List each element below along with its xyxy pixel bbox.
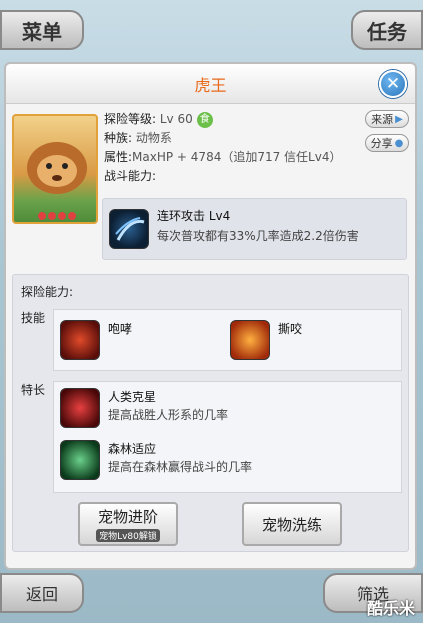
skill-name-bite: 撕咬 [278,322,303,336]
combat-skill-box: 连环攻击 Lv4 每次普攻都有33%几率造成2.2倍伤害 [102,198,407,260]
special-name-human-bane: 人类克星 [108,390,157,404]
back-button[interactable]: 返回 [0,573,84,613]
skill-name-roar: 咆哮 [108,322,133,336]
explore-section: 探险能力: 技能 咆哮 撕咬 特长 人类克星 提高战胜人形系的几率 森林适应 提… [12,274,409,552]
share-label: 分享 [370,137,393,150]
forest-adapt-icon [60,440,100,480]
race-value: 动物系 [135,131,172,145]
level-key: 探险等级: [104,112,157,126]
share-button[interactable]: 分享 ● [365,134,409,152]
source-button[interactable]: 来源 ▶ [365,110,409,128]
combat-skill-name: 连环攻击 Lv4 [157,209,231,223]
human-bane-icon [60,388,100,428]
bite-icon [230,320,270,360]
close-icon: ✕ [385,74,401,94]
advance-lock-note: 宠物Lv80解锁 [96,529,160,542]
attr-value: MaxHP + 4784（追加717 信任Lv4） [132,150,342,164]
combat-skill-desc: 每次普攻都有33%几率造成2.2倍伤害 [157,229,359,243]
source-label: 来源 [371,113,394,126]
share-icon: ● [394,137,404,149]
roar-icon [60,320,100,360]
pet-portrait [12,114,98,224]
advance-label: 宠物进阶 [97,508,158,526]
level-value: Lv 60 [159,112,193,126]
food-badge-icon: 食 [196,111,213,128]
special-desc-forest: 提高在森林赢得战斗的几率 [108,460,253,474]
special-desc-human-bane: 提高战胜人形系的几率 [108,408,229,422]
specials-label: 特长 [21,383,46,397]
train-label: 宠物洗练 [261,515,322,534]
specials-box: 人类克星 提高战胜人形系的几率 森林适应 提高在森林赢得战斗的几率 [53,381,402,493]
menu-button[interactable]: 菜单 [0,10,84,50]
special-name-forest: 森林适应 [108,442,157,456]
pet-title: 虎王 [194,75,227,95]
watermark: 酷乐米 [366,599,415,618]
combo-attack-icon [109,209,149,249]
close-button[interactable]: ✕ [379,70,407,98]
chevron-right-icon: ▶ [395,113,403,125]
skills-label: 技能 [21,311,46,325]
task-label: 任务 [367,19,407,44]
pet-advance-button[interactable]: 宠物进阶 宠物Lv80解锁 [78,502,178,546]
panel-titlebar: 虎王 ✕ [6,64,415,104]
combat-key: 战斗能力: [104,169,157,183]
pet-train-button[interactable]: 宠物洗练 [242,502,342,546]
task-button[interactable]: 任务 [351,10,423,50]
race-key: 种族: [104,131,133,145]
pet-detail-panel: 虎王 ✕ 探险等级: Lv 60 食 种族: 动物系 属性:MaxHP + 478… [4,62,417,570]
explore-title: 探险能力: [21,285,74,299]
back-label: 返回 [25,585,58,604]
skills-box: 咆哮 撕咬 [53,309,402,371]
attr-key: 属性: [104,150,133,164]
pet-info: 探险等级: Lv 60 食 种族: 动物系 属性:MaxHP + 4784（追加7… [104,110,409,186]
menu-label: 菜单 [22,19,62,44]
tiger-king-icon [27,142,87,220]
